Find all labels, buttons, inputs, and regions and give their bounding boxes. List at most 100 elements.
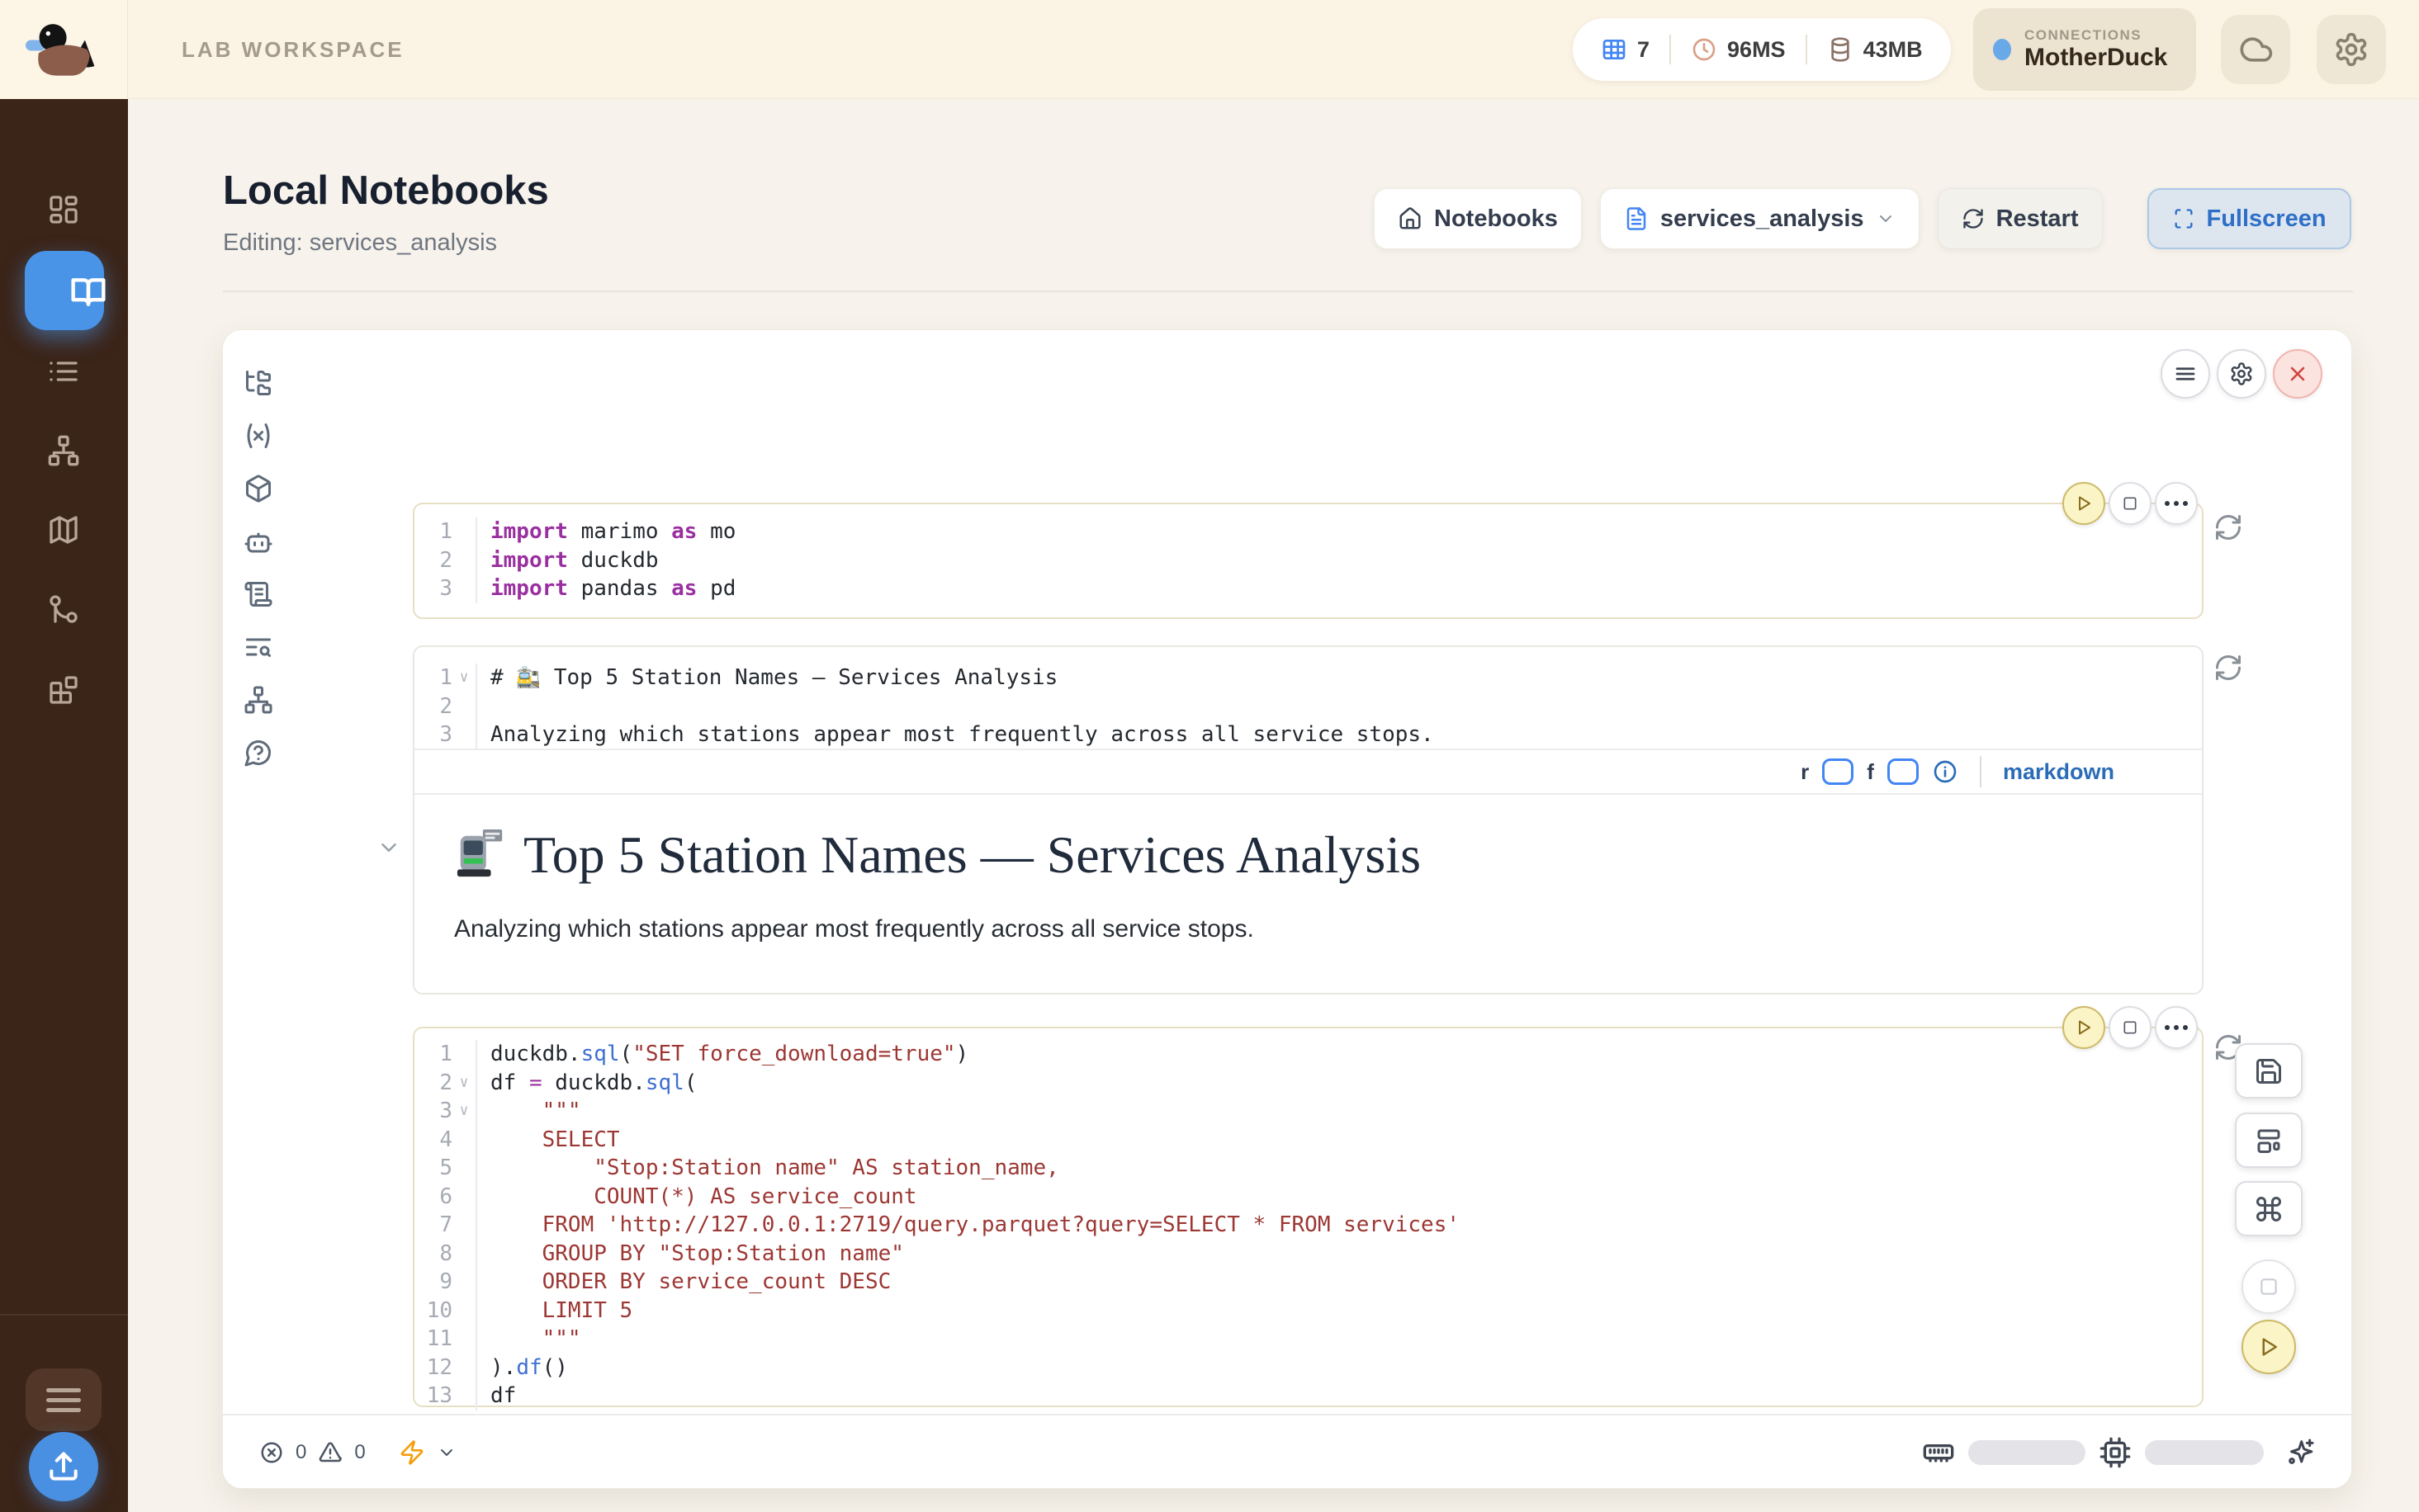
- code-text[interactable]: FROM 'http://127.0.0.1:2719/query.parque…: [476, 1211, 2202, 1240]
- help-icon[interactable]: [244, 738, 273, 768]
- markdown-source[interactable]: 1∨# 🚉 Top 5 Station Names — Services Ana…: [414, 647, 2202, 750]
- code-line[interactable]: 1import marimo as mo: [414, 517, 2202, 546]
- code-text[interactable]: Analyzing which stations appear most fre…: [476, 721, 2202, 749]
- code-text[interactable]: SELECT: [476, 1126, 2202, 1155]
- code-line[interactable]: 12).df(): [414, 1354, 2202, 1382]
- reactive-checkbox[interactable]: [1822, 758, 1853, 785]
- stop-all-button[interactable]: [2241, 1259, 2296, 1314]
- code-line[interactable]: 1∨# 🚉 Top 5 Station Names — Services Ana…: [414, 664, 2202, 692]
- run-all-button[interactable]: [2241, 1320, 2296, 1374]
- code-text[interactable]: df = duckdb.sql(: [476, 1069, 2202, 1098]
- cell-language-label[interactable]: markdown: [2003, 759, 2114, 785]
- sidebar-item-dashboard[interactable]: [47, 193, 80, 226]
- markdown-cell[interactable]: 1∨# 🚉 Top 5 Station Names — Services Ana…: [413, 645, 2204, 995]
- format-checkbox[interactable]: [1887, 758, 1919, 785]
- sidebar-item-schema[interactable]: [47, 434, 80, 467]
- sidebar-item-blocks[interactable]: [47, 673, 80, 706]
- lightning-icon[interactable]: [399, 1439, 425, 1466]
- code-text[interactable]: GROUP BY "Stop:Station name": [476, 1240, 2202, 1269]
- code-line[interactable]: 2∨df = duckdb.sql(: [414, 1069, 2202, 1098]
- notebook-selector[interactable]: services_analysis: [1600, 188, 1920, 249]
- fullscreen-button[interactable]: Fullscreen: [2147, 188, 2351, 249]
- code-line[interactable]: 8 GROUP BY "Stop:Station name": [414, 1240, 2202, 1269]
- rerun-icon[interactable]: [2213, 653, 2243, 683]
- sidebar-item-branches[interactable]: [47, 593, 80, 626]
- restart-button[interactable]: Restart: [1938, 188, 2103, 249]
- collapse-chevron-icon[interactable]: [376, 835, 401, 860]
- info-icon[interactable]: [1932, 758, 1958, 785]
- fold-chevron-icon[interactable]: ∨: [452, 1069, 476, 1098]
- ai-sparkle-icon[interactable]: [2284, 1436, 2317, 1469]
- stop-cell-button[interactable]: [2109, 1006, 2152, 1049]
- ai-assistant-icon[interactable]: [244, 527, 273, 556]
- code-line[interactable]: 10 LIMIT 5: [414, 1297, 2202, 1325]
- settings-button[interactable]: [2317, 15, 2386, 84]
- code-text[interactable]: COUNT(*) AS service_count: [476, 1183, 2202, 1212]
- notebooks-button[interactable]: Notebooks: [1374, 188, 1582, 249]
- file-tree-icon[interactable]: [244, 368, 273, 398]
- save-button[interactable]: [2235, 1043, 2303, 1099]
- cloud-button[interactable]: [2221, 15, 2290, 84]
- rerun-icon[interactable]: [2213, 513, 2243, 542]
- scratchpad-icon[interactable]: [244, 579, 273, 609]
- fold-chevron-icon[interactable]: ∨: [452, 1097, 476, 1126]
- code-line[interactable]: 3Analyzing which stations appear most fr…: [414, 721, 2202, 749]
- layout-icon: [2254, 1126, 2284, 1155]
- sidebar-menu-button[interactable]: [26, 1368, 102, 1431]
- code-text[interactable]: """: [476, 1325, 2202, 1354]
- motherduck-logo[interactable]: [0, 0, 128, 99]
- layout-button[interactable]: [2235, 1113, 2303, 1168]
- code-line[interactable]: 6 COUNT(*) AS service_count: [414, 1183, 2202, 1212]
- code-text[interactable]: import pandas as pd: [476, 574, 2202, 603]
- code-line[interactable]: 1duckdb.sql("SET force_download=true"): [414, 1040, 2202, 1069]
- restart-button-label: Restart: [1996, 206, 2079, 233]
- code-line[interactable]: 9 ORDER BY service_count DESC: [414, 1268, 2202, 1297]
- imports-cell[interactable]: 1import marimo as mo2import duckdb3impor…: [413, 503, 2204, 619]
- code-text[interactable]: import duckdb: [476, 546, 2202, 575]
- upload-button[interactable]: [29, 1432, 98, 1501]
- connections-button[interactable]: CONNECTIONS MotherDuck: [1973, 8, 2196, 91]
- code-text[interactable]: df: [476, 1382, 2202, 1410]
- warnings-icon[interactable]: [318, 1440, 343, 1465]
- run-cell-button[interactable]: [2062, 482, 2105, 525]
- code-line[interactable]: 13df: [414, 1382, 2202, 1410]
- code-line[interactable]: 3∨ """: [414, 1097, 2202, 1126]
- variables-icon[interactable]: [244, 421, 273, 451]
- packages-icon[interactable]: [244, 474, 273, 503]
- code-text[interactable]: duckdb.sql("SET force_download=true"): [476, 1040, 2202, 1069]
- run-cell-button[interactable]: [2062, 1006, 2105, 1049]
- dependencies-icon[interactable]: [244, 685, 273, 715]
- errors-icon[interactable]: [259, 1440, 284, 1465]
- code-text[interactable]: ).df(): [476, 1354, 2202, 1382]
- stop-cell-button[interactable]: [2109, 482, 2152, 525]
- code-text[interactable]: ORDER BY service_count DESC: [476, 1268, 2202, 1297]
- play-icon: [2256, 1335, 2281, 1359]
- sql-cell[interactable]: 1duckdb.sql("SET force_download=true")2∨…: [413, 1027, 2204, 1407]
- chevron-down-icon[interactable]: [437, 1443, 457, 1462]
- code-text[interactable]: LIMIT 5: [476, 1297, 2202, 1325]
- cell-menu-button[interactable]: [2155, 482, 2198, 525]
- code-line[interactable]: 2import duckdb: [414, 546, 2202, 575]
- sidebar-item-list[interactable]: [47, 355, 80, 388]
- code-line[interactable]: 3import pandas as pd: [414, 574, 2202, 603]
- code-text[interactable]: """: [476, 1097, 2202, 1126]
- code-text[interactable]: import marimo as mo: [476, 517, 2202, 546]
- code-line[interactable]: 2: [414, 692, 2202, 721]
- code-text[interactable]: [476, 692, 2202, 721]
- code-line[interactable]: 5 "Stop:Station name" AS station_name,: [414, 1154, 2202, 1183]
- code-line[interactable]: 11 """: [414, 1325, 2202, 1354]
- command-palette-button[interactable]: [2235, 1181, 2303, 1236]
- code-line[interactable]: 7 FROM 'http://127.0.0.1:2719/query.parq…: [414, 1211, 2202, 1240]
- fold-chevron-icon[interactable]: ∨: [452, 664, 476, 692]
- logs-search-icon[interactable]: [244, 632, 273, 662]
- sidebar-item-notebooks-icon[interactable]: [70, 274, 103, 307]
- sidebar-item-map[interactable]: [47, 513, 80, 546]
- workspace-label: LAB WORKSPACE: [182, 0, 405, 99]
- panel-menu-button[interactable]: [2161, 349, 2210, 399]
- panel-settings-button[interactable]: [2217, 349, 2266, 399]
- code-text[interactable]: # 🚉 Top 5 Station Names — Services Analy…: [476, 664, 2202, 692]
- code-line[interactable]: 4 SELECT: [414, 1126, 2202, 1155]
- panel-close-button[interactable]: [2273, 349, 2322, 399]
- cell-menu-button[interactable]: [2155, 1006, 2198, 1049]
- code-text[interactable]: "Stop:Station name" AS station_name,: [476, 1154, 2202, 1183]
